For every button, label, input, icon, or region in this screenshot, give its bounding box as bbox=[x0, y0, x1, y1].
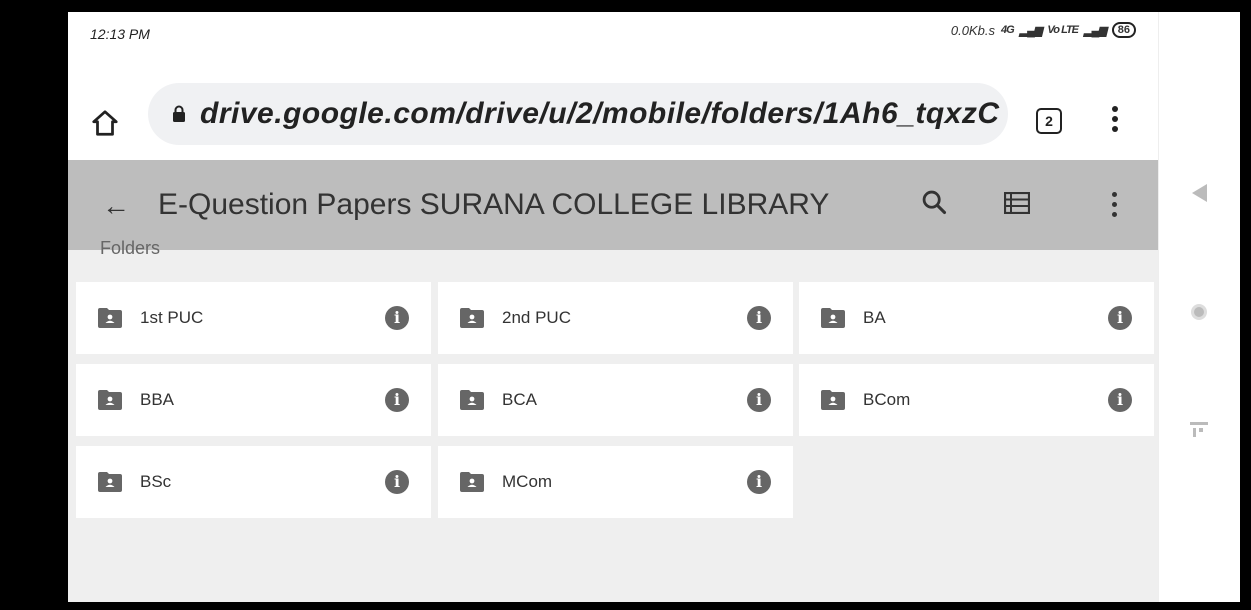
nav-home-icon[interactable] bbox=[1189, 302, 1209, 322]
folder-card[interactable]: BCom i bbox=[799, 364, 1154, 436]
drive-app-bar: ← E-Question Papers SURANA COLLEGE LIBRA… bbox=[68, 160, 1158, 250]
folder-card[interactable]: 2nd PUC i bbox=[438, 282, 793, 354]
folder-name: BBA bbox=[140, 390, 175, 409]
folder-card[interactable]: BA i bbox=[799, 282, 1154, 354]
folder-name: MCom bbox=[502, 472, 553, 491]
back-arrow-icon[interactable]: ← bbox=[102, 190, 130, 222]
browser-toolbar: drive.google.com/drive/u/2/mobile/folder… bbox=[68, 50, 1158, 160]
tab-switcher-button[interactable]: 2 bbox=[1036, 108, 1062, 134]
home-icon[interactable] bbox=[90, 108, 120, 138]
lock-icon bbox=[173, 105, 185, 122]
info-icon[interactable]: i bbox=[385, 306, 409, 330]
folder-name: 1st PUC bbox=[140, 308, 204, 327]
info-icon[interactable]: i bbox=[1108, 306, 1132, 330]
shared-folder-icon bbox=[460, 308, 484, 328]
folder-card[interactable]: 1st PUC i bbox=[76, 282, 431, 354]
info-icon[interactable]: i bbox=[385, 388, 409, 412]
info-icon[interactable]: i bbox=[747, 388, 771, 412]
shared-folder-icon bbox=[98, 390, 122, 410]
shared-folder-icon bbox=[460, 472, 484, 492]
url-text[interactable]: drive.google.com/drive/u/2/mobile/folder… bbox=[200, 97, 1000, 131]
system-nav-bar bbox=[1158, 12, 1240, 602]
signal-icon: ▂▄▆ bbox=[1019, 24, 1043, 37]
search-icon[interactable] bbox=[920, 188, 948, 216]
folder-card[interactable]: BSc i bbox=[76, 446, 431, 518]
more-vert-icon[interactable] bbox=[1110, 190, 1118, 224]
folder-card[interactable]: MCom i bbox=[438, 446, 793, 518]
carrier-tag: 4G bbox=[1000, 24, 1015, 36]
folder-title: E-Question Papers SURANA COLLEGE LIBRARY bbox=[158, 188, 830, 221]
signal-icon-2: ▂▄▆ bbox=[1084, 24, 1107, 37]
address-bar[interactable]: drive.google.com/drive/u/2/mobile/folder… bbox=[148, 83, 1008, 145]
section-label: Folders bbox=[100, 238, 161, 258]
shared-folder-icon bbox=[98, 308, 122, 328]
folder-name: BA bbox=[863, 308, 886, 327]
folder-card[interactable]: BCA i bbox=[438, 364, 793, 436]
battery-indicator: 86 bbox=[1111, 22, 1136, 38]
folder-name: 2nd PUC bbox=[502, 308, 571, 327]
shared-folder-icon bbox=[821, 390, 845, 410]
info-icon[interactable]: i bbox=[747, 470, 771, 494]
info-icon[interactable]: i bbox=[385, 470, 409, 494]
folder-name: BSc bbox=[140, 472, 172, 491]
net-speed: 0.0Kb.s bbox=[950, 22, 995, 38]
folder-card[interactable]: BBA i bbox=[76, 364, 431, 436]
browser-menu-icon[interactable] bbox=[1111, 104, 1119, 138]
info-icon[interactable]: i bbox=[1108, 388, 1132, 412]
nav-recents-icon[interactable] bbox=[1189, 420, 1209, 440]
lte-tag: Vo LTE bbox=[1047, 24, 1079, 36]
device-screen: 12:13 PM 0.0Kb.s 4G ▂▄▆ Vo LTE ▂▄▆ 86 dr… bbox=[68, 12, 1240, 602]
folder-grid-area: Folders 1st PUC i 2nd PUC i BA i BBA i B… bbox=[68, 238, 1158, 602]
shared-folder-icon bbox=[821, 308, 845, 328]
folder-name: BCA bbox=[502, 390, 537, 409]
list-view-icon[interactable] bbox=[1004, 192, 1030, 214]
info-icon[interactable]: i bbox=[747, 306, 771, 330]
nav-back-icon[interactable] bbox=[1189, 182, 1209, 204]
status-time: 12:13 PM bbox=[90, 26, 150, 42]
shared-folder-icon bbox=[460, 390, 484, 410]
shared-folder-icon bbox=[98, 472, 122, 492]
folder-name: BCom bbox=[863, 390, 911, 409]
status-icons: 0.0Kb.s 4G ▂▄▆ Vo LTE ▂▄▆ 86 bbox=[951, 22, 1136, 38]
status-bar: 12:13 PM 0.0Kb.s 4G ▂▄▆ Vo LTE ▂▄▆ 86 bbox=[68, 12, 1158, 50]
